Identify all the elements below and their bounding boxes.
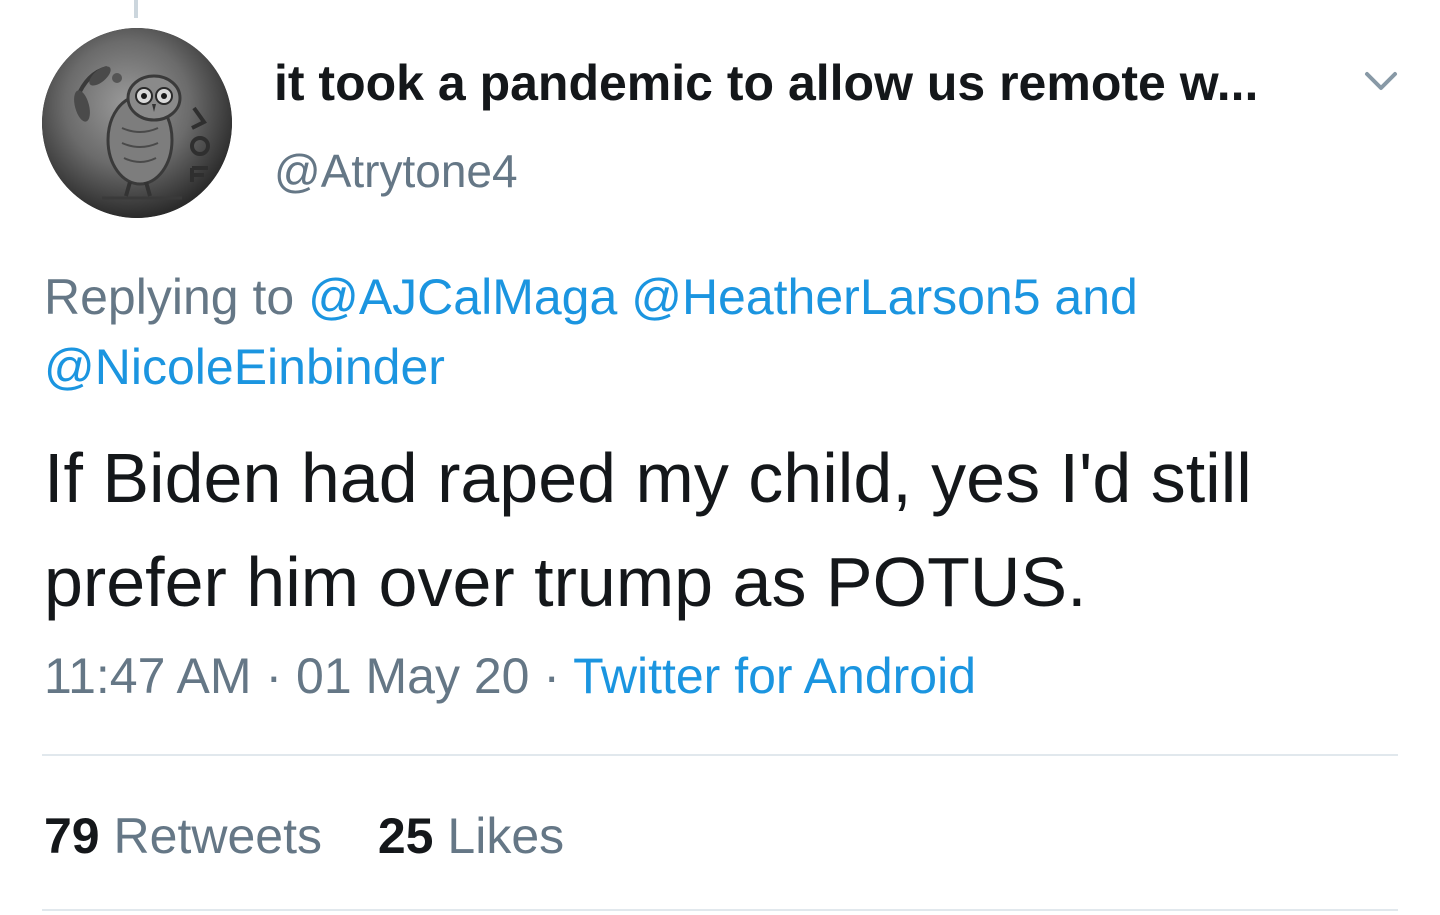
tweet-time[interactable]: 11:47 AM [44,648,252,704]
display-name[interactable]: it took a pandemic to allow us remote w.… [274,54,1258,112]
retweets-count: 79 [44,808,100,864]
mention-link[interactable]: @AJCalMaga [308,269,617,325]
owl-coin-icon [42,28,232,218]
meta-separator: · [265,648,283,704]
replying-prefix: Replying to [44,269,295,325]
tweet-date[interactable]: 01 May 20 [296,648,529,704]
likes-count: 25 [377,808,434,864]
mention-link[interactable]: @NicoleEinbinder [44,339,445,395]
tweet-meta: 11:47 AM · 01 May 20 · Twitter for Andro… [44,646,976,706]
divider [42,754,1398,756]
meta-separator: · [543,648,561,704]
retweets-label: Retweets [113,808,322,864]
mention-link[interactable]: @HeatherLarson5 [631,269,1040,325]
chevron-down-icon[interactable] [1362,66,1400,96]
mention-conjunction[interactable]: and [1054,269,1137,325]
thread-connector-line [134,0,138,18]
divider [42,909,1398,911]
likes-stat[interactable]: 25 Likes [378,806,564,866]
avatar[interactable] [42,28,232,218]
tweet-text: If Biden had raped my child, yes I'd sti… [44,439,1252,621]
retweets-stat[interactable]: 79 Retweets [44,806,322,866]
tweet-stats: 79 Retweets 25 Likes [44,806,606,866]
user-handle[interactable]: @Atrytone4 [274,144,518,198]
likes-label: Likes [447,808,565,864]
tweet-source-link[interactable]: Twitter for Android [573,648,976,704]
replying-to-line: Replying to @AJCalMaga @HeatherLarson5 a… [44,262,1404,402]
